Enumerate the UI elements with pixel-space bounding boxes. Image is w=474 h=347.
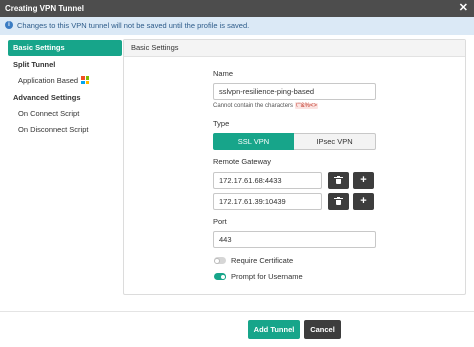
info-banner: i Changes to this VPN tunnel will not be … xyxy=(0,17,474,35)
trash-icon xyxy=(334,176,343,184)
sidebar-item-label: On Connect Script xyxy=(18,109,80,118)
close-icon[interactable]: ✕ xyxy=(459,0,468,17)
add-gateway-button-2[interactable]: + xyxy=(353,193,374,210)
sidebar-item-label: Split Tunnel xyxy=(13,60,56,69)
settings-panel: Basic Settings xyxy=(123,39,466,295)
sidebar-item-advanced-settings[interactable]: Advanced Settings xyxy=(0,90,124,106)
remote-gateway-label: Remote Gateway xyxy=(213,157,271,166)
window-title: Creating VPN Tunnel xyxy=(5,4,84,13)
prompt-username-label: Prompt for Username xyxy=(231,272,303,281)
require-certificate-label: Require Certificate xyxy=(231,256,294,265)
windows-logo-icon xyxy=(81,76,90,85)
panel-title: Basic Settings xyxy=(124,40,465,57)
sidebar-item-label: Application Based xyxy=(18,76,79,85)
type-segmented-control: SSL VPN IPsec VPN xyxy=(213,133,376,150)
port-label: Port xyxy=(213,217,227,226)
sidebar-item-label: Basic Settings xyxy=(13,43,65,52)
trash-icon xyxy=(334,197,343,205)
name-input[interactable] xyxy=(213,83,376,100)
port-input[interactable] xyxy=(213,231,376,248)
delete-gateway-button-2[interactable] xyxy=(328,193,349,210)
type-label: Type xyxy=(213,119,230,128)
sidebar-item-split-tunnel[interactable]: Split Tunnel xyxy=(0,57,124,73)
remote-gateway-input-2[interactable] xyxy=(213,193,322,210)
forbidden-chars: \"'&%<> xyxy=(294,103,319,109)
remote-gateway-input-1[interactable] xyxy=(213,172,322,189)
sidebar-item-label: Advanced Settings xyxy=(13,93,81,102)
name-hint: Cannot contain the characters \"'&%<> xyxy=(213,103,319,109)
footer-divider xyxy=(0,311,474,312)
type-ipsec-vpn-option[interactable]: IPsec VPN xyxy=(294,133,376,150)
sidebar-item-basic-settings[interactable]: Basic Settings xyxy=(8,40,122,56)
type-ssl-vpn-option[interactable]: SSL VPN xyxy=(213,133,294,150)
name-hint-text: Cannot contain the characters xyxy=(213,103,294,109)
sidebar-item-application-based[interactable]: Application Based xyxy=(0,73,124,89)
info-icon: i xyxy=(5,21,13,30)
add-tunnel-button[interactable]: Add Tunnel xyxy=(248,320,300,339)
name-label: Name xyxy=(213,69,234,78)
prompt-username-toggle[interactable] xyxy=(214,273,226,280)
window-title-bar: Creating VPN Tunnel ✕ xyxy=(0,0,474,17)
sidebar-item-label: On Disconnect Script xyxy=(18,125,89,134)
require-certificate-toggle[interactable] xyxy=(214,257,226,264)
sidebar-item-on-disconnect-script[interactable]: On Disconnect Script xyxy=(0,122,124,138)
cancel-button[interactable]: Cancel xyxy=(304,320,341,339)
info-banner-text: Changes to this VPN tunnel will not be s… xyxy=(17,21,250,30)
delete-gateway-button-1[interactable] xyxy=(328,172,349,189)
add-gateway-button-1[interactable]: + xyxy=(353,172,374,189)
sidebar: Basic Settings Split Tunnel Application … xyxy=(0,38,124,138)
sidebar-item-on-connect-script[interactable]: On Connect Script xyxy=(0,106,124,122)
